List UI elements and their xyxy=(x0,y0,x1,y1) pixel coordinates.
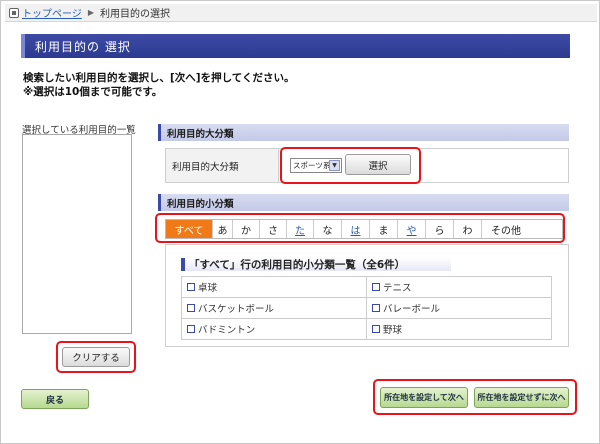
item-label: バスケットボール xyxy=(198,304,275,315)
instruction-line-1: 検索したい利用目的を選択し、[次へ]を押してください。 xyxy=(23,72,295,84)
item-label: 卓球 xyxy=(198,283,218,294)
list-item[interactable]: 卓球 xyxy=(182,277,367,298)
home-icon xyxy=(9,7,19,18)
page-title: 利用目的の 選択 xyxy=(21,34,570,58)
checkbox-icon[interactable] xyxy=(372,325,380,333)
small-category-header: 利用目的小分類 xyxy=(158,194,569,211)
small-category-grid: 卓球 テニス バスケットボール バレーボール バドミントン 野球 xyxy=(181,276,552,340)
next-without-location-button[interactable]: 所在地を設定せずに次へ xyxy=(474,387,569,408)
instruction-line-2: ※選択は10個まで可能です。 xyxy=(23,86,163,98)
large-category-select[interactable]: スポーツ系 ▼ xyxy=(290,158,342,173)
list-item[interactable]: バスケットボール xyxy=(182,298,367,319)
list-item[interactable]: バレーボール xyxy=(367,298,552,319)
tab-ma[interactable]: ま xyxy=(370,220,398,238)
next-with-location-button[interactable]: 所在地を設定して次へ xyxy=(380,387,468,408)
item-label: バレーボール xyxy=(383,304,441,315)
tab-ra[interactable]: ら xyxy=(426,220,454,238)
breadcrumb: トップページ ▶ 利用目的の選択 xyxy=(5,4,597,22)
chevron-right-icon: ▶ xyxy=(87,8,94,17)
checkbox-icon[interactable] xyxy=(372,283,380,291)
item-label: テニス xyxy=(383,283,412,294)
checkbox-icon[interactable] xyxy=(372,304,380,312)
list-item[interactable]: テニス xyxy=(367,277,552,298)
tab-all[interactable]: すべて xyxy=(166,220,213,238)
checkbox-icon[interactable] xyxy=(187,304,195,312)
checkbox-icon[interactable] xyxy=(187,283,195,291)
table-row: バドミントン 野球 xyxy=(182,319,552,340)
tab-other[interactable]: その他 xyxy=(482,220,530,238)
tab-a[interactable]: あ xyxy=(213,220,233,238)
list-item[interactable]: バドミントン xyxy=(182,319,367,340)
list-item[interactable]: 野球 xyxy=(367,319,552,340)
large-category-select-value: スポーツ系 xyxy=(293,161,331,170)
tab-ta[interactable]: た xyxy=(287,220,314,238)
small-category-panel: 「すべて」行の利用目的小分類一覧（全6件） 卓球 テニス バスケットボール バレ… xyxy=(165,244,569,347)
breadcrumb-current: 利用目的の選択 xyxy=(99,9,170,20)
select-button[interactable]: 選択 xyxy=(345,154,411,175)
large-category-header: 利用目的大分類 xyxy=(158,124,569,141)
tab-wa[interactable]: わ xyxy=(454,220,482,238)
table-row: バスケットボール バレーボール xyxy=(182,298,552,319)
large-category-label: 利用目的大分類 xyxy=(166,149,279,182)
table-row: 卓球 テニス xyxy=(182,277,552,298)
tab-ha[interactable]: は xyxy=(342,220,370,238)
checkbox-icon[interactable] xyxy=(187,325,195,333)
page-frame: トップページ ▶ 利用目的の選択 利用目的の 選択 検索したい利用目的を選択し、… xyxy=(0,0,600,444)
breadcrumb-home-link[interactable]: トップページ xyxy=(22,5,82,20)
selected-purposes-list[interactable] xyxy=(22,134,132,334)
clear-button[interactable]: クリアする xyxy=(62,347,130,367)
tab-na[interactable]: な xyxy=(314,220,342,238)
kana-tabs: すべて あ か さ た な は ま や ら わ その他 xyxy=(165,219,563,239)
tab-sa[interactable]: さ xyxy=(260,220,287,238)
small-category-panel-title: 「すべて」行の利用目的小分類一覧（全6件） xyxy=(181,258,451,271)
tab-ka[interactable]: か xyxy=(233,220,260,238)
item-label: バドミントン xyxy=(198,325,256,336)
instructions: 検索したい利用目的を選択し、[次へ]を押してください。 ※選択は10個まで可能で… xyxy=(23,71,294,99)
back-button[interactable]: 戻る xyxy=(21,389,89,409)
tab-ya[interactable]: や xyxy=(398,220,426,238)
chevron-down-icon: ▼ xyxy=(329,160,340,171)
item-label: 野球 xyxy=(383,325,403,336)
